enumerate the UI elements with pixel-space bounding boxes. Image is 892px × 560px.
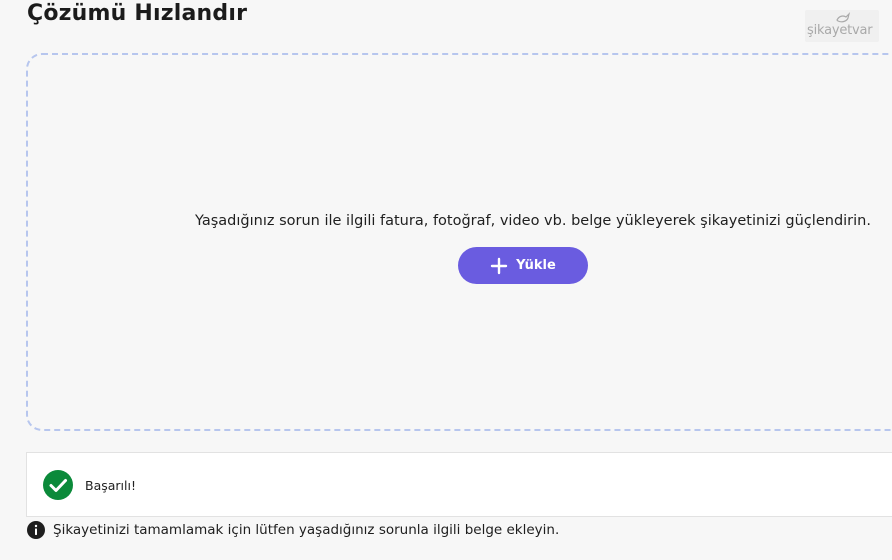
check-circle-icon	[43, 470, 73, 500]
info-text: Şikayetinizi tamamlamak için lütfen yaşa…	[53, 522, 560, 538]
upload-button[interactable]: Yükle	[458, 247, 588, 284]
dropzone-description: Yaşadığınız sorun ile ilgili fatura, fot…	[195, 213, 871, 229]
info-icon	[27, 521, 45, 539]
upload-button-label: Yükle	[516, 258, 556, 273]
plus-icon	[490, 257, 508, 274]
file-dropzone[interactable]	[26, 53, 892, 431]
page-title: Çözümü Hızlandır	[27, 1, 248, 26]
success-text: Başarılı!	[85, 478, 136, 493]
upload-page: Çözümü Hızlandır şikayetvar Yaşadığınız …	[0, 0, 892, 560]
success-status-box: Başarılı!	[26, 452, 892, 517]
info-message: Şikayetinizi tamamlamak için lütfen yaşa…	[27, 520, 559, 540]
brand-watermark: şikayetvar	[805, 10, 879, 42]
watermark-text: şikayetvar	[807, 23, 873, 38]
